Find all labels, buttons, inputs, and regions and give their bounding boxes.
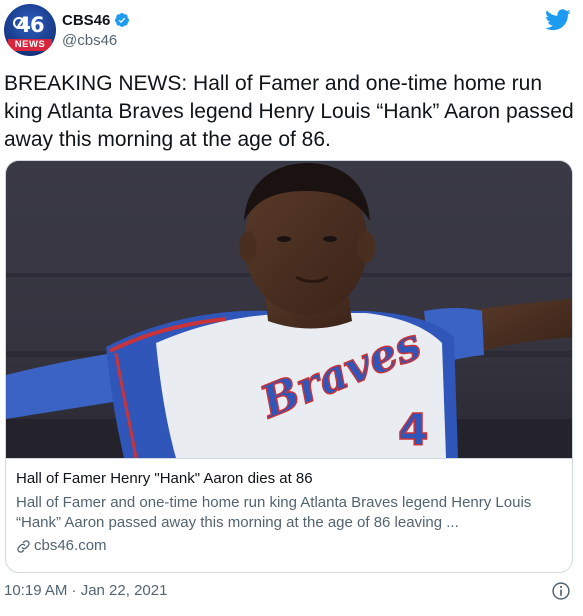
card-description: Hall of Famer and one-time home run king… bbox=[16, 494, 532, 531]
tweet-timestamp[interactable]: 10:19 AM · Jan 22, 2021 bbox=[4, 582, 167, 599]
card-divider bbox=[6, 458, 572, 459]
link-card[interactable]: Braves 4 Hall of Famer Henry "Hank" Aaro… bbox=[5, 160, 573, 573]
avatar[interactable]: 46 NEWS bbox=[4, 4, 56, 56]
card-title[interactable]: Hall of Famer Henry "Hank" Aaron dies at… bbox=[16, 469, 564, 489]
card-domain[interactable]: cbs46.com bbox=[34, 536, 107, 556]
link-icon bbox=[17, 539, 30, 553]
card-domain-row: cbs46.com bbox=[16, 536, 564, 556]
avatar-label: NEWS bbox=[8, 39, 52, 51]
name-row: CBS46 bbox=[62, 10, 130, 30]
tweet-header: 46 NEWS CBS46 @cbs46 bbox=[0, 0, 583, 62]
tweet[interactable]: 46 NEWS CBS46 @cbs46 BREAKING NEWS: Hall… bbox=[0, 0, 583, 616]
tweet-text: BREAKING NEWS: Hall of Famer and one-tim… bbox=[4, 72, 574, 151]
avatar-number: 46 bbox=[16, 13, 44, 37]
info-icon[interactable] bbox=[551, 581, 571, 601]
verified-badge-icon bbox=[114, 12, 130, 28]
user-handle[interactable]: @cbs46 bbox=[62, 32, 117, 49]
display-name[interactable]: CBS46 bbox=[62, 12, 110, 29]
card-image[interactable]: Braves 4 bbox=[6, 161, 572, 458]
jersey-number-text: 4 bbox=[398, 405, 429, 456]
twitter-bird-icon[interactable] bbox=[545, 9, 571, 31]
card-meta[interactable]: Hall of Famer Henry "Hank" Aaron dies at… bbox=[16, 469, 564, 556]
